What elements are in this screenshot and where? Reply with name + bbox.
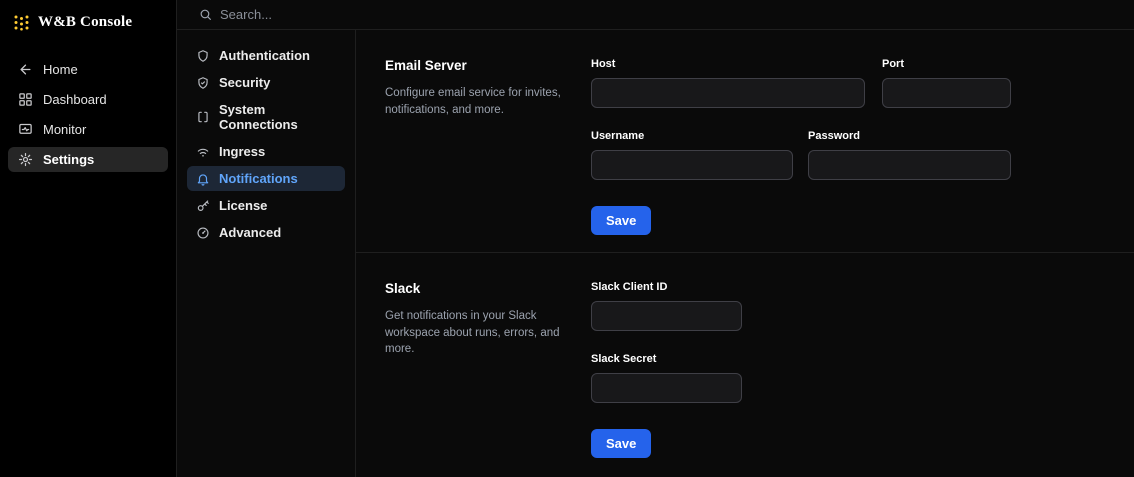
username-input[interactable]: [591, 150, 793, 180]
subnav-item-system-connections[interactable]: System Connections: [187, 97, 345, 137]
search-icon: [199, 8, 212, 21]
slack-save-button[interactable]: Save: [591, 429, 652, 458]
nav-label: Monitor: [43, 122, 87, 137]
shield-check-icon: [196, 76, 210, 90]
section-title: Slack: [385, 281, 421, 296]
main-sidebar: W&B Console Home Dashboard Monitor Setti…: [0, 0, 177, 477]
app-window: W&B Console Home Dashboard Monitor Setti…: [0, 0, 1134, 477]
nav-item-home[interactable]: Home: [8, 57, 168, 82]
grid-icon: [18, 92, 33, 107]
main-area: Authentication Security System Connectio…: [177, 0, 1134, 477]
wandb-logo-icon: [13, 14, 30, 31]
settings-subnav: Authentication Security System Connectio…: [177, 30, 356, 477]
slack-secret-input[interactable]: [591, 373, 742, 403]
nav-label: Settings: [43, 152, 95, 167]
section-title: Email Server: [385, 58, 467, 73]
email-save-button[interactable]: Save: [591, 206, 652, 235]
subnav-item-license[interactable]: License: [187, 193, 345, 218]
slack-section: Slack Get notifications in your Slack wo…: [356, 252, 1134, 475]
monitor-icon: [18, 122, 33, 137]
dial-icon: [196, 226, 210, 240]
brand: W&B Console: [0, 14, 176, 31]
email-server-section: Email Server Configure email service for…: [356, 30, 1134, 252]
main-nav: Home Dashboard Monitor Settings: [0, 57, 176, 172]
subnav-item-authentication[interactable]: Authentication: [187, 43, 345, 68]
bell-icon: [196, 172, 210, 186]
slack-secret-label: Slack Secret: [591, 353, 657, 365]
section-description: Get notifications in your Slack workspac…: [385, 310, 560, 356]
slack-form: Slack Client ID Slack Secret Save: [591, 281, 742, 458]
subnav-label: System Connections: [219, 102, 298, 132]
slack-client-id-label: Slack Client ID: [591, 281, 668, 293]
subnav-label: Advanced: [219, 225, 282, 240]
subnav-label: Authentication: [219, 48, 310, 63]
nav-label: Dashboard: [43, 92, 107, 107]
top-search-bar: [177, 0, 1134, 30]
port-label: Port: [882, 58, 904, 70]
subnav-label: License: [219, 198, 268, 213]
nav-label: Home: [43, 62, 78, 77]
nav-item-dashboard[interactable]: Dashboard: [8, 87, 168, 112]
port-input[interactable]: [882, 78, 1011, 108]
settings-content: Email Server Configure email service for…: [356, 30, 1134, 477]
arrow-left-icon: [18, 62, 33, 77]
subnav-label: Ingress: [219, 144, 266, 159]
password-label: Password: [808, 130, 860, 142]
search-input[interactable]: [220, 7, 640, 22]
password-input[interactable]: [808, 150, 1011, 180]
nav-item-monitor[interactable]: Monitor: [8, 117, 168, 142]
username-label: Username: [591, 130, 645, 142]
subnav-item-security[interactable]: Security: [187, 70, 345, 95]
subnav-item-advanced[interactable]: Advanced: [187, 220, 345, 245]
wifi-icon: [196, 145, 210, 159]
subnav-item-ingress[interactable]: Ingress: [187, 139, 345, 164]
host-label: Host: [591, 58, 616, 70]
app-title: W&B Console: [38, 14, 133, 30]
nav-item-settings[interactable]: Settings: [8, 147, 168, 172]
email-server-form: Host Port Username Password Save: [591, 58, 1011, 235]
brackets-icon: [196, 110, 210, 124]
section-description: Configure email service for invites, not…: [385, 87, 561, 116]
key-icon: [196, 199, 210, 213]
host-input[interactable]: [591, 78, 865, 108]
slack-client-id-input[interactable]: [591, 301, 742, 331]
gear-icon: [18, 152, 33, 167]
subnav-item-notifications[interactable]: Notifications: [187, 166, 345, 191]
shield-icon: [196, 49, 210, 63]
subnav-label: Security: [219, 75, 271, 90]
subnav-label: Notifications: [219, 171, 298, 186]
